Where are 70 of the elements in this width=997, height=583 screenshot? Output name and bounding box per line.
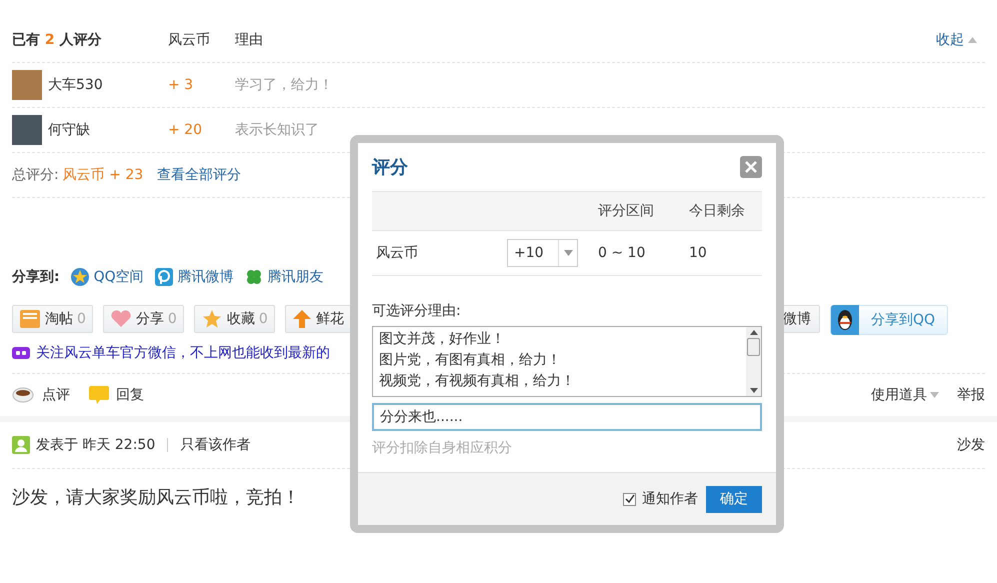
caret-icon	[930, 392, 939, 398]
checkmark-icon	[624, 494, 634, 504]
hint-text: 评分扣除自身相应积分	[372, 439, 513, 457]
p-logo-icon	[154, 267, 174, 287]
confirm-button[interactable]: 确定	[706, 486, 762, 512]
score-range: 0 ~ 10	[598, 245, 646, 261]
rating-reason: 学习了，给力！	[235, 76, 333, 94]
share-label: 分享到:	[12, 268, 60, 286]
penguin-icon	[836, 309, 854, 331]
user-icon	[12, 436, 30, 454]
score-value: + 3	[168, 77, 194, 93]
cup-icon	[12, 386, 36, 404]
tool-button[interactable]: 收藏 0	[194, 305, 275, 333]
tray-icon	[19, 309, 41, 329]
view-all-link[interactable]: 查看全部评分	[157, 166, 242, 184]
total-value: 风云币 + 23	[62, 166, 144, 184]
post-action-link[interactable]: 使用道具	[871, 386, 939, 404]
user-name[interactable]: 何守缺	[48, 121, 90, 139]
scroll-up-icon[interactable]	[750, 330, 758, 335]
column-header: 风云币	[168, 31, 211, 49]
post-action-link[interactable]: 点评	[12, 386, 70, 404]
tool-button[interactable]: 淘帖 0	[12, 305, 93, 333]
scroll-thumb[interactable]	[747, 338, 760, 356]
tool-button[interactable]: 分享 0	[102, 305, 184, 333]
reason-option[interactable]: 图片党，有图有真相，给力！	[379, 350, 740, 371]
reason-option[interactable]: 图文并茂，好作业！	[379, 329, 740, 350]
share-qq-button[interactable]: 分享到QQ	[830, 305, 948, 335]
rating-summary: 已有 2 人评分	[12, 31, 102, 49]
dialog-title: 评分	[372, 156, 408, 179]
author-only-link[interactable]: 只看该作者	[180, 436, 250, 454]
share-link[interactable]: 腾讯微博	[154, 267, 234, 287]
score-value: + 20	[168, 122, 203, 138]
rating-reason: 表示长知识了	[235, 121, 319, 139]
up-arrow-icon	[292, 309, 312, 329]
total-label: 总评分:	[12, 166, 59, 184]
ad-icon	[12, 347, 30, 359]
close-icon	[745, 161, 757, 173]
column-header: 今日剩余	[689, 202, 746, 220]
avatar-placeholder	[12, 115, 42, 145]
avatar-placeholder	[12, 70, 42, 100]
post-content: 沙发，请大家奖励风云币啦，竞拍！	[12, 486, 300, 509]
caret-icon	[564, 250, 572, 256]
star-icon	[200, 309, 223, 329]
share-link[interactable]: QQ空间	[70, 267, 144, 287]
column-header: 理由	[235, 31, 263, 49]
close-button[interactable]	[740, 156, 762, 178]
scrollbar[interactable]	[746, 327, 761, 396]
caret-icon	[968, 37, 977, 43]
scroll-down-icon[interactable]	[750, 388, 758, 393]
post-action-link[interactable]: 回复	[88, 385, 144, 405]
speech-bubble-icon	[88, 385, 110, 405]
user-name[interactable]: 大车530	[48, 76, 103, 94]
reason-list[interactable]: 图文并茂，好作业！ 图片党，有图有真相，给力！ 视频党，有视频有真相，给力！	[372, 326, 762, 397]
collapse-link[interactable]: 收起	[936, 31, 977, 49]
post-action-link[interactable]: 举报	[957, 386, 985, 404]
tool-button[interactable]: 鲜花	[284, 305, 351, 333]
post-time: 发表于 昨天 22:50	[36, 436, 156, 454]
share-link[interactable]: 腾讯朋友	[244, 267, 324, 287]
reason-option[interactable]: 视频党，有视频有真相，给力！	[379, 371, 740, 392]
star-badge-icon	[70, 267, 90, 287]
heart-icon	[110, 310, 132, 328]
remaining-count: 10	[689, 245, 708, 261]
score-select[interactable]: +10	[507, 239, 578, 267]
floor-label: 沙发	[957, 436, 985, 454]
currency-name: 风云币	[375, 244, 419, 262]
column-header: 评分区间	[598, 202, 655, 220]
ad-link[interactable]: 关注风云单车官方微信，不上网也能收到最新的	[36, 344, 330, 362]
reason-input[interactable]: 分分来也......	[372, 403, 762, 431]
reasons-label: 可选评分理由:	[372, 302, 462, 320]
notify-checkbox[interactable]: 通知作者	[623, 490, 698, 508]
